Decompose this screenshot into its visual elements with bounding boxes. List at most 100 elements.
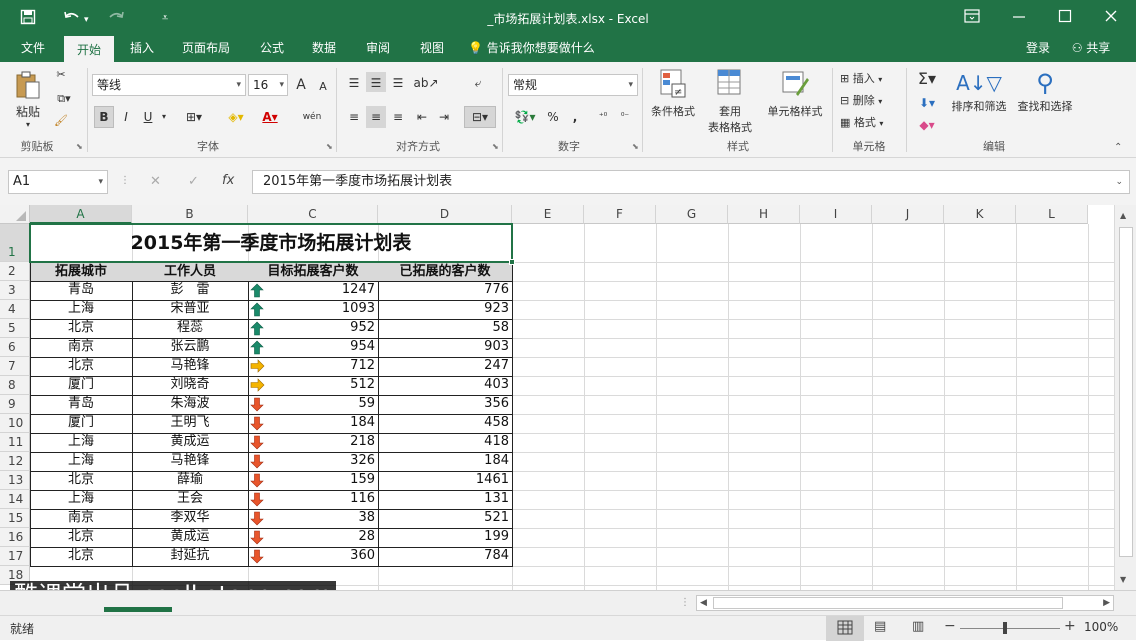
cell-person[interactable]: 薛瑜 xyxy=(132,471,248,490)
cell-person[interactable]: 李双华 xyxy=(132,509,248,528)
cell-target[interactable]: 954 xyxy=(248,338,378,357)
row-header[interactable]: 12 xyxy=(0,452,30,471)
clear-icon[interactable]: ◆▾ xyxy=(912,114,942,136)
align-right-icon[interactable]: ≡ xyxy=(388,106,408,128)
cell-target[interactable]: 184 xyxy=(248,414,378,433)
cell-done[interactable]: 184 xyxy=(378,452,512,471)
scroll-up-icon[interactable]: ▲ xyxy=(1120,211,1126,220)
cell-done[interactable]: 418 xyxy=(378,433,512,452)
increase-indent-icon[interactable]: ⇥ xyxy=(434,106,454,128)
active-sheet-tab-underline[interactable] xyxy=(104,607,172,612)
cell-city[interactable]: 北京 xyxy=(30,528,132,547)
tell-me-search[interactable]: 💡 告诉我你想要做什么 xyxy=(468,36,618,62)
cell-target[interactable]: 38 xyxy=(248,509,378,528)
cell-city[interactable]: 北京 xyxy=(30,547,132,566)
sort-filter-button[interactable]: A↓▽ 排序和筛选 xyxy=(946,68,1012,132)
select-all-corner[interactable] xyxy=(0,205,30,224)
cell-city[interactable]: 青岛 xyxy=(30,281,132,300)
close-icon[interactable] xyxy=(1104,9,1118,27)
tab-review[interactable]: 审阅 xyxy=(356,36,400,62)
tab-data[interactable]: 数据 xyxy=(302,36,346,62)
phonetic-guide-button[interactable]: wén xyxy=(298,106,326,128)
tab-file[interactable]: 文件 xyxy=(10,36,56,62)
accounting-format-icon[interactable]: 💱▾ xyxy=(510,106,540,128)
font-name-select[interactable]: 等线 ▾ xyxy=(92,74,246,96)
cell-done[interactable]: 247 xyxy=(378,357,512,376)
row-header[interactable]: 8 xyxy=(0,376,30,395)
cell-done[interactable]: 784 xyxy=(378,547,512,566)
column-header[interactable]: D xyxy=(378,205,512,224)
column-header[interactable]: C xyxy=(248,205,378,224)
cell-done[interactable]: 923 xyxy=(378,300,512,319)
cell-person[interactable]: 刘晓奇 xyxy=(132,376,248,395)
column-header[interactable]: A xyxy=(30,205,132,224)
increase-decimal-icon[interactable]: ⁺⁰ xyxy=(594,106,612,128)
cell-person[interactable]: 马艳锋 xyxy=(132,452,248,471)
number-launcher-icon[interactable]: ⬊ xyxy=(632,142,639,151)
cell-target[interactable]: 952 xyxy=(248,319,378,338)
worksheet-grid[interactable]: ABCDEFGHIJKL 1 2 3 4 5 6 7 8 9 10 11 12 13 14 15 16 17 18… xyxy=(0,205,1136,590)
expand-formula-icon[interactable]: ⌄ xyxy=(1115,171,1123,193)
row-header[interactable]: 14 xyxy=(0,490,30,509)
row-header[interactable]: 17 xyxy=(0,547,30,566)
grow-font-button[interactable]: A xyxy=(294,74,308,94)
cell-target[interactable]: 218 xyxy=(248,433,378,452)
column-header[interactable]: H xyxy=(728,205,800,224)
cell-city[interactable]: 南京 xyxy=(30,338,132,357)
cell-target[interactable]: 159 xyxy=(248,471,378,490)
conditional-format-button[interactable]: ≠ 条件格式 xyxy=(650,68,696,132)
cell-city[interactable]: 北京 xyxy=(30,319,132,338)
cell-person[interactable]: 黄成运 xyxy=(132,433,248,452)
vertical-scroll-thumb[interactable] xyxy=(1119,227,1133,557)
column-header[interactable]: I xyxy=(800,205,872,224)
borders-icon[interactable]: ⊞▾ xyxy=(180,106,208,128)
minimize-icon[interactable] xyxy=(1012,9,1026,27)
row-header[interactable]: 16 xyxy=(0,528,30,547)
cancel-icon[interactable]: ✕ xyxy=(150,174,161,189)
row-header[interactable]: 4 xyxy=(0,300,30,319)
insert-cells-button[interactable]: ⊞ 插入 ▾ xyxy=(840,70,900,88)
align-top-icon[interactable]: ☰ xyxy=(344,72,364,92)
zoom-slider-track[interactable] xyxy=(960,628,1060,629)
tab-home[interactable]: 开始 xyxy=(64,36,114,63)
row-header[interactable]: 13 xyxy=(0,471,30,490)
decrease-decimal-icon[interactable]: ⁰⁻ xyxy=(616,106,634,128)
scroll-left-icon[interactable]: ◀ xyxy=(700,596,707,610)
normal-view-button[interactable] xyxy=(826,616,864,641)
cell-city[interactable]: 上海 xyxy=(30,433,132,452)
row-header[interactable]: 1 xyxy=(0,224,30,262)
paste-button[interactable]: 粘贴 ▾ xyxy=(12,70,44,130)
format-painter-icon[interactable]: 🖌 xyxy=(52,114,70,132)
format-as-table-button[interactable]: 套用 表格格式 xyxy=(702,68,758,134)
decrease-indent-icon[interactable]: ⇤ xyxy=(412,106,432,128)
name-box[interactable]: A1 ▾ xyxy=(8,170,108,194)
orientation-icon[interactable]: ab↗ xyxy=(412,72,440,92)
alignment-launcher-icon[interactable]: ⬊ xyxy=(492,142,499,151)
cell-person[interactable]: 宋普亚 xyxy=(132,300,248,319)
row-header[interactable]: 5 xyxy=(0,319,30,338)
number-format-select[interactable]: 常规 ▾ xyxy=(508,74,638,96)
format-cells-button[interactable]: ▦ 格式 ▾ xyxy=(840,114,900,132)
align-left-icon[interactable]: ≡ xyxy=(344,106,364,128)
zoom-out-button[interactable]: − xyxy=(944,618,956,634)
cell-city[interactable]: 上海 xyxy=(30,490,132,509)
cell-target[interactable]: 360 xyxy=(248,547,378,566)
row-header[interactable]: 10 xyxy=(0,414,30,433)
row-header[interactable]: 15 xyxy=(0,509,30,528)
cell-person[interactable]: 王明飞 xyxy=(132,414,248,433)
shrink-font-button[interactable]: A xyxy=(316,76,330,96)
chevron-down-icon[interactable]: ▾ xyxy=(158,106,170,128)
cell-target[interactable]: 326 xyxy=(248,452,378,471)
cell-done[interactable]: 403 xyxy=(378,376,512,395)
cell-city[interactable]: 上海 xyxy=(30,452,132,471)
row-header[interactable]: 6 xyxy=(0,338,30,357)
vertical-scrollbar[interactable]: ▲ ▼ xyxy=(1114,205,1136,590)
cut-icon[interactable]: ✂ xyxy=(52,68,70,86)
column-header[interactable]: L xyxy=(1016,205,1088,224)
tab-formulas[interactable]: 公式 xyxy=(250,36,294,62)
table-header[interactable]: 拓展城市 xyxy=(30,262,132,281)
table-header[interactable]: 目标拓展客户数 xyxy=(248,262,378,281)
italic-button[interactable]: I xyxy=(116,106,136,128)
cell-person[interactable]: 封延抗 xyxy=(132,547,248,566)
cell-done[interactable]: 903 xyxy=(378,338,512,357)
